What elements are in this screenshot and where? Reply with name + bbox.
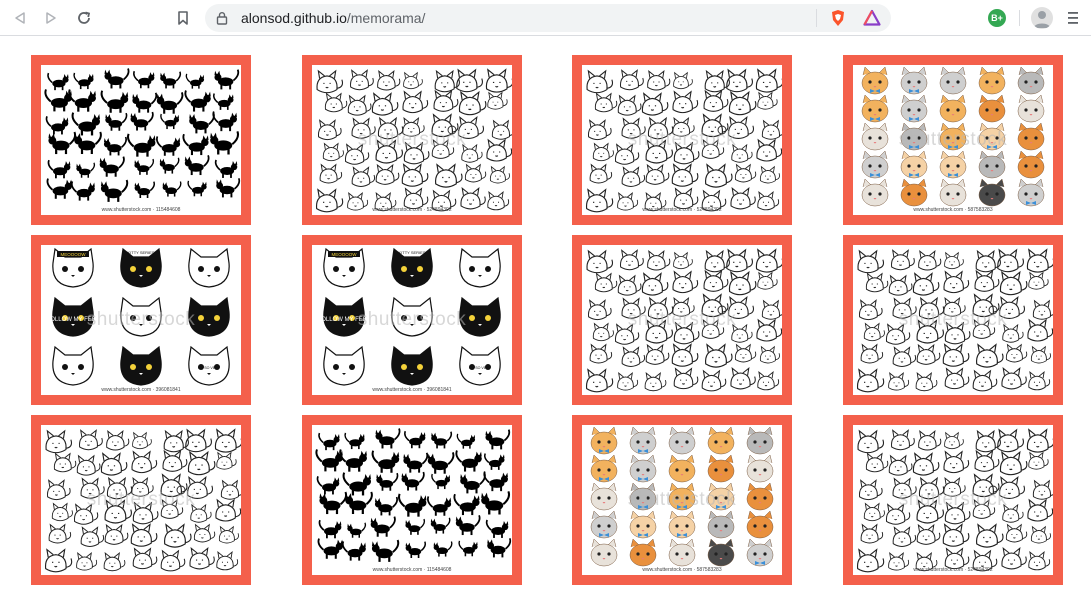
card-image-cat-line-doodle: shutterstock: [853, 245, 1053, 395]
image-caption: www.shutterstock.com · 587583283: [913, 207, 993, 213]
bookmark-icon: [178, 11, 188, 25]
forward-arrow-icon: [46, 12, 56, 24]
shutterstock-watermark: shutterstock: [86, 489, 196, 510]
card-image-kitty-series: MEOOOOW KITTY SERIES FOLLOW MY FEET OH S…: [312, 245, 512, 395]
shutterstock-watermark: shutterstock: [357, 129, 467, 150]
shutterstock-watermark: shutterstock: [86, 309, 196, 330]
memory-card[interactable]: www.shutterstock.com · 115484608: [31, 55, 251, 225]
shutterstock-watermark: shutterstock: [898, 489, 1008, 510]
browser-toolbar: alonsod.github.io/memorama/ B+: [0, 0, 1091, 36]
memory-card[interactable]: MEOOOOW KITTY SERIES FOLLOW MY FEET OH S…: [31, 235, 251, 405]
shutterstock-watermark: shutterstock: [357, 309, 467, 330]
card-image-colorful-cat-faces: shutterstock www.shutterstock.com · 58758…: [582, 425, 782, 575]
forward-button[interactable]: [40, 7, 62, 29]
card-image-cat-line-doodle: shutterstock: [582, 245, 782, 395]
meow-badge-text: MEOOOOW: [61, 252, 87, 257]
memory-card[interactable]: shutterstock www.shutterstock.com · 52489…: [843, 415, 1063, 585]
card-image-cat-line-doodle: shutterstock www.shutterstock.com · 52489…: [582, 65, 782, 215]
memory-card[interactable]: shutterstock: [572, 235, 792, 405]
brave-shield-icon[interactable]: [829, 9, 847, 27]
lock-icon: [216, 12, 228, 25]
reload-button[interactable]: [73, 7, 95, 29]
image-caption: www.shutterstock.com · 115484608: [372, 567, 452, 573]
image-caption: www.shutterstock.com · 396081841: [101, 387, 181, 393]
person-icon: [1034, 11, 1050, 28]
bookmark-button[interactable]: [172, 7, 194, 29]
shutterstock-watermark: shutterstock: [627, 489, 737, 510]
card-image-black-cat-silhouettes: www.shutterstock.com · 115484608: [312, 425, 512, 575]
menu-icon[interactable]: [1063, 9, 1083, 27]
image-caption: www.shutterstock.com · 524894392: [372, 207, 452, 213]
memory-card[interactable]: shutterstock: [843, 235, 1063, 405]
memory-card[interactable]: shutterstock www.shutterstock.com · 58758…: [572, 415, 792, 585]
memory-card[interactable]: shutterstock www.shutterstock.com · 52489…: [302, 55, 522, 225]
cat-artwork: [315, 428, 512, 562]
back-button[interactable]: [9, 7, 31, 29]
kitty-series-text: KITTY SERIES: [127, 250, 154, 255]
back-arrow-icon: [15, 12, 25, 24]
url-host: alonsod.github.io: [241, 10, 347, 26]
extension-badge[interactable]: B+: [988, 9, 1006, 27]
card-image-black-cat-silhouettes: www.shutterstock.com · 115484608: [41, 65, 241, 215]
card-image-cat-line-doodle: shutterstock www.shutterstock.com · 52489…: [853, 425, 1053, 575]
card-image-cat-line-doodle: shutterstock www.shutterstock.com · 52489…: [312, 65, 512, 215]
shutterstock-watermark: shutterstock: [627, 129, 737, 150]
meow-badge-text: MEOOOOW: [332, 252, 358, 257]
card-image-cat-line-doodle: shutterstock: [41, 425, 241, 575]
address-bar[interactable]: alonsod.github.io/memorama/: [205, 4, 891, 32]
image-caption: www.shutterstock.com · 524894392: [642, 207, 722, 213]
memory-card[interactable]: shutterstock: [31, 415, 251, 585]
image-caption: www.shutterstock.com · 396081841: [372, 387, 452, 393]
memory-card[interactable]: shutterstock www.shutterstock.com · 58758…: [843, 55, 1063, 225]
image-caption: www.shutterstock.com · 115484608: [101, 207, 181, 213]
image-caption: www.shutterstock.com · 524894392: [913, 567, 993, 573]
card-image-colorful-cat-faces: shutterstock www.shutterstock.com · 58758…: [853, 65, 1053, 215]
omnibox-divider: [816, 9, 817, 27]
kitty-series-text: KITTY SERIES: [398, 250, 425, 255]
shutterstock-watermark: shutterstock: [898, 129, 1008, 150]
memory-card[interactable]: www.shutterstock.com · 115484608: [302, 415, 522, 585]
cat-artwork: [44, 68, 241, 202]
url-text: alonsod.github.io/memorama/: [241, 10, 425, 26]
memory-card[interactable]: shutterstock www.shutterstock.com · 52489…: [572, 55, 792, 225]
brave-rewards-icon[interactable]: [863, 9, 881, 27]
reload-icon: [78, 11, 91, 24]
shutterstock-watermark: shutterstock: [627, 309, 737, 330]
bubble-text: OH SO VERY: [469, 366, 492, 370]
memory-board: www.shutterstock.com · 115484608 shutter…: [0, 36, 1091, 608]
image-caption: www.shutterstock.com · 587583283: [642, 567, 722, 573]
shutterstock-watermark: shutterstock: [898, 309, 1008, 330]
card-image-kitty-series: MEOOOOW KITTY SERIES FOLLOW MY FEET OH S…: [41, 245, 241, 395]
profile-avatar[interactable]: [1031, 7, 1053, 29]
url-path: /memorama/: [346, 10, 426, 26]
bubble-text: OH SO VERY: [198, 366, 221, 370]
memory-card[interactable]: MEOOOOW KITTY SERIES FOLLOW MY FEET OH S…: [302, 235, 522, 405]
toolbar-divider: [1019, 10, 1020, 26]
